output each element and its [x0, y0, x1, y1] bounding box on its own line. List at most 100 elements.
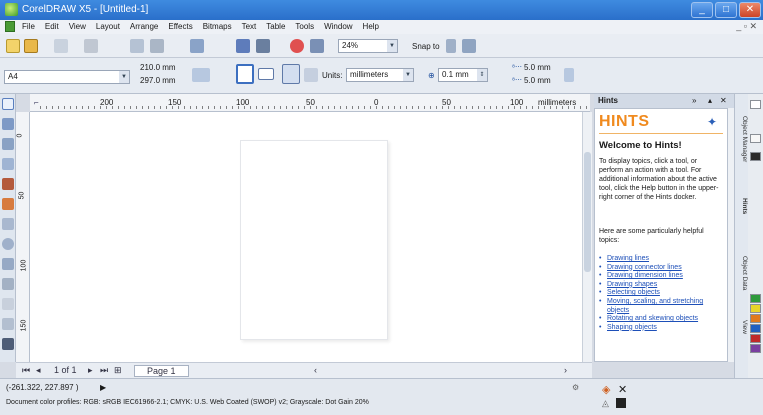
spinner-icon[interactable]: [564, 68, 574, 82]
fill-icon[interactable]: ◈: [602, 383, 610, 396]
drawing-canvas[interactable]: [30, 112, 582, 362]
swatch-orange[interactable]: [750, 314, 761, 323]
previous-page-icon[interactable]: ◂: [36, 365, 41, 376]
menu-bitmaps[interactable]: Bitmaps: [203, 22, 232, 31]
print-icon[interactable]: [84, 39, 98, 53]
corel-connect-icon[interactable]: [256, 39, 270, 53]
menu-layout[interactable]: Layout: [96, 22, 120, 31]
menu-help[interactable]: Help: [363, 22, 379, 31]
topic-link[interactable]: Moving, scaling, and stretching objects: [599, 298, 723, 315]
nudge-distance-field[interactable]: 0.1 mm ⇕: [438, 68, 488, 82]
snap-to-label[interactable]: Snap to: [412, 42, 440, 51]
import-icon[interactable]: [130, 39, 144, 53]
table-tool-icon[interactable]: [2, 318, 14, 330]
vertical-scrollbar[interactable]: [582, 112, 592, 362]
topic-link[interactable]: Selecting objects: [599, 289, 723, 298]
topic-link[interactable]: Drawing shapes: [599, 281, 723, 290]
menu-tools[interactable]: Tools: [295, 22, 314, 31]
export-icon[interactable]: [236, 39, 250, 53]
tab-hints[interactable]: Hints: [736, 198, 748, 214]
eyedropper-tool-icon[interactable]: [2, 338, 14, 350]
docker-close-icon[interactable]: ✕: [720, 96, 727, 105]
docker-expand-icon[interactable]: »: [692, 96, 696, 105]
topic-link[interactable]: Rotating and skewing objects: [599, 315, 723, 324]
horizontal-ruler[interactable]: ⌐ 200 150 100 50 0 50 100 millimeters: [30, 94, 590, 112]
duplicate-x-field[interactable]: 5.0 mm: [524, 63, 551, 72]
zoom-level-field[interactable]: 24% ▼: [338, 39, 398, 53]
swatch-yellow[interactable]: [750, 304, 761, 313]
color-profile-info[interactable]: Document color profiles: RGB: sRGB IEC61…: [6, 399, 369, 406]
welcome-screen-icon[interactable]: [290, 39, 304, 53]
spinner-icon[interactable]: ⇕: [477, 69, 487, 81]
maximize-button[interactable]: □: [715, 2, 737, 18]
swatch-red[interactable]: [750, 334, 761, 343]
chevron-down-icon[interactable]: ▼: [119, 71, 129, 83]
swatch-black[interactable]: [750, 152, 761, 161]
first-page-icon[interactable]: ⏮: [22, 365, 30, 376]
close-button[interactable]: ✕: [739, 2, 761, 18]
document-page[interactable]: [240, 140, 388, 340]
open-folder-icon[interactable]: [24, 39, 38, 53]
pick-tool-icon[interactable]: [2, 98, 14, 110]
scroll-left-icon[interactable]: ‹: [314, 365, 317, 375]
page-width-field[interactable]: 210.0 mm: [140, 63, 176, 72]
all-pages-icon[interactable]: [282, 64, 300, 84]
play-icon[interactable]: ▶: [100, 383, 106, 392]
crop-tool-icon[interactable]: [2, 138, 14, 150]
new-document-icon[interactable]: [6, 39, 20, 53]
add-page-icon[interactable]: ⊞: [114, 365, 122, 376]
zoom-options-icon[interactable]: [310, 39, 324, 53]
menu-file[interactable]: File: [22, 22, 35, 31]
scrollbar-thumb[interactable]: [584, 152, 591, 272]
vertical-ruler[interactable]: 0 50 100 150: [16, 112, 30, 362]
topic-link[interactable]: Drawing lines: [599, 255, 723, 264]
no-fill-icon[interactable]: ✕: [618, 383, 627, 396]
undo-icon[interactable]: [150, 39, 164, 53]
paper-size-field[interactable]: A4 ▼: [4, 70, 130, 84]
rectangle-tool-icon[interactable]: [2, 218, 14, 230]
smart-fill-tool-icon[interactable]: [2, 198, 14, 210]
swatch-white[interactable]: [750, 134, 761, 143]
swatch-green[interactable]: [750, 294, 761, 303]
polygon-tool-icon[interactable]: [2, 258, 14, 270]
scroll-right-icon[interactable]: ›: [564, 365, 567, 375]
swatch-blue[interactable]: [750, 324, 761, 333]
spinner-icon[interactable]: [192, 68, 210, 82]
settings-icon[interactable]: ⚙: [572, 383, 579, 392]
current-page-icon[interactable]: [304, 68, 318, 82]
portrait-icon[interactable]: [236, 64, 254, 84]
tab-object-manager[interactable]: Object Manager: [736, 116, 748, 162]
outline-color-swatch[interactable]: [616, 398, 626, 408]
topic-link[interactable]: Drawing connector lines: [599, 264, 723, 273]
page-height-field[interactable]: 297.0 mm: [140, 76, 176, 85]
menu-text[interactable]: Text: [242, 22, 257, 31]
document-window-controls[interactable]: _ ▫ ✕: [736, 21, 757, 32]
chevron-down-icon[interactable]: ▼: [387, 40, 397, 52]
freehand-tool-icon[interactable]: [2, 178, 14, 190]
options-icon[interactable]: [462, 39, 476, 53]
duplicate-y-field[interactable]: 5.0 mm: [524, 76, 551, 85]
minimize-button[interactable]: _: [691, 2, 713, 18]
swatch-no-color[interactable]: [750, 100, 761, 109]
coreldraw-app-icon[interactable]: [5, 3, 18, 16]
menu-edit[interactable]: Edit: [45, 22, 59, 31]
chevron-down-icon[interactable]: ▼: [403, 69, 413, 81]
docker-collapse-icon[interactable]: ▴: [708, 96, 712, 105]
ruler-origin-icon[interactable]: ⌐: [34, 98, 39, 107]
menu-effects[interactable]: Effects: [168, 22, 192, 31]
units-dropdown[interactable]: millimeters ▼: [346, 68, 414, 82]
topic-link[interactable]: Drawing dimension lines: [599, 272, 723, 281]
topic-link[interactable]: Shaping objects: [599, 324, 723, 333]
menu-table[interactable]: Table: [266, 22, 285, 31]
outline-pen-icon[interactable]: ◬: [602, 398, 609, 409]
next-page-icon[interactable]: ▸: [88, 365, 93, 376]
zoom-tool-icon[interactable]: [2, 158, 14, 170]
snap-dropdown-icon[interactable]: [446, 39, 456, 53]
text-tool-icon[interactable]: [2, 298, 14, 310]
swatch-purple[interactable]: [750, 344, 761, 353]
shape-tool-icon[interactable]: [2, 118, 14, 130]
application-launcher-icon[interactable]: [190, 39, 204, 53]
ellipse-tool-icon[interactable]: [2, 238, 14, 250]
tab-object-data[interactable]: Object Data: [736, 256, 748, 290]
help-icon[interactable]: ✦: [707, 115, 717, 129]
